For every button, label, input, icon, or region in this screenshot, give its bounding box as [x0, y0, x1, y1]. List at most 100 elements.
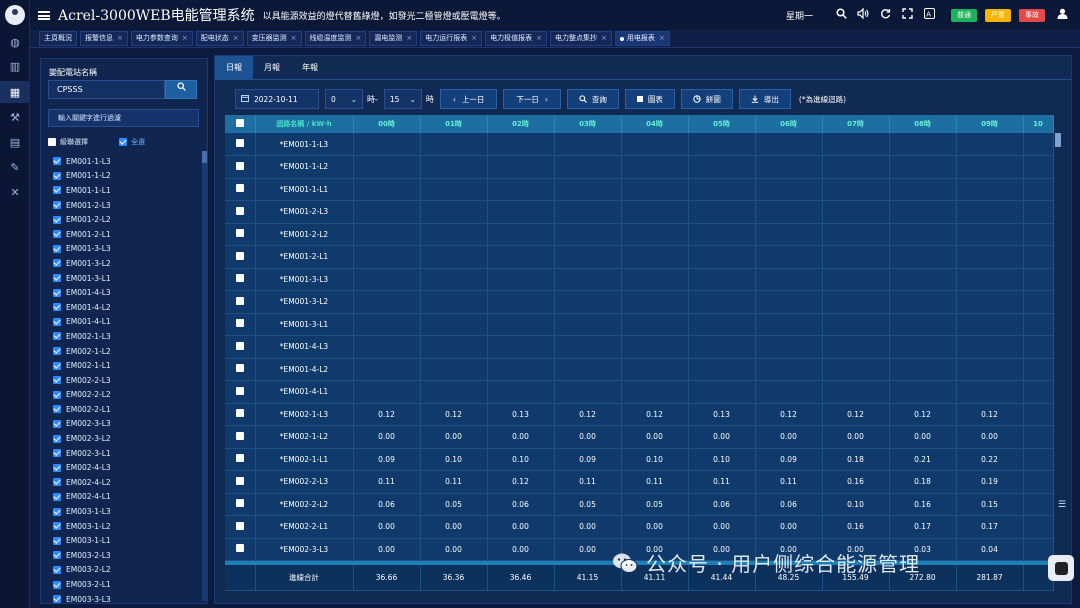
tree-item-checkbox[interactable] [53, 434, 61, 443]
tree-item[interactable]: EM001-3-L3 [53, 242, 203, 257]
tab-item[interactable]: 电力整点集抄 × [550, 31, 612, 46]
tab-item[interactable]: 用电报表 × [614, 31, 670, 46]
alarm-accident-badge[interactable]: 事故 [1019, 8, 1045, 22]
tree-item[interactable]: EM001-3-L1 [53, 271, 203, 286]
tree-item-checkbox[interactable] [53, 492, 61, 501]
document-icon[interactable]: ▤ [0, 131, 30, 153]
tree-item-checkbox[interactable] [53, 595, 61, 604]
tree-item[interactable]: EM002-3-L2 [53, 431, 203, 446]
tab-item[interactable]: 配电状态 × [195, 31, 244, 46]
header-checkbox[interactable] [235, 119, 244, 127]
header-select-all-cell[interactable] [225, 115, 256, 133]
row-select-cell[interactable] [225, 448, 256, 471]
tree-item-checkbox[interactable] [53, 288, 61, 297]
tab-daily[interactable]: 日報 [215, 56, 253, 80]
cascade-checkbox[interactable] [48, 138, 56, 146]
tree-item-checkbox[interactable] [53, 551, 61, 560]
close-icon[interactable]: × [601, 32, 607, 45]
close-icon[interactable]: × [406, 32, 412, 45]
tab-item[interactable]: 电力运行报表 × [420, 31, 483, 46]
tab-item[interactable]: 报警信息 × [80, 31, 128, 46]
prev-day-button[interactable]: ‹ 上一日 [439, 89, 498, 109]
tree-item[interactable]: EM002-1-L3 [53, 329, 203, 344]
tree-item[interactable]: EM002-2-L2 [53, 388, 203, 403]
tree-item-checkbox[interactable] [53, 405, 61, 414]
tree-item-checkbox[interactable] [53, 215, 61, 224]
search-icon[interactable] [833, 8, 849, 22]
station-select-input[interactable]: CPSSS [48, 80, 165, 99]
close-icon[interactable]: × [117, 32, 123, 45]
row-checkbox[interactable] [235, 206, 244, 215]
stats-icon[interactable]: ▦ [0, 81, 30, 103]
tree-item[interactable]: EM001-2-L1 [53, 227, 203, 242]
select-all-checkbox[interactable] [119, 138, 127, 146]
tree-item[interactable]: EM002-4-L2 [53, 475, 203, 490]
tree-item-checkbox[interactable] [53, 507, 61, 516]
menu-toggle-icon[interactable] [38, 10, 50, 20]
tree-item-checkbox[interactable] [53, 449, 61, 458]
close-icon[interactable]: × [659, 32, 665, 45]
row-select-cell[interactable] [225, 178, 256, 201]
tab-item[interactable]: 电力极值报表 × [485, 31, 547, 46]
tab-yearly[interactable]: 年報 [291, 56, 329, 80]
query-button[interactable]: 查詢 [566, 89, 619, 109]
station-search-button[interactable] [165, 80, 197, 99]
tree-item-checkbox[interactable] [53, 361, 61, 370]
alarm-normal-badge[interactable]: 普通 [951, 8, 977, 22]
floating-app-button[interactable] [1048, 555, 1074, 581]
tree-item-checkbox[interactable] [53, 347, 61, 356]
tree-filter-input[interactable]: 輸入關鍵字進行過濾 [48, 109, 199, 127]
tree-item[interactable]: EM001-2-L2 [53, 212, 203, 227]
tree-item-checkbox[interactable] [53, 332, 61, 341]
tree-item[interactable]: EM001-4-L2 [53, 300, 203, 315]
close-icon[interactable]: × [536, 32, 542, 45]
row-select-cell[interactable] [225, 515, 256, 539]
row-select-cell[interactable] [225, 538, 256, 561]
tab-item[interactable]: 变压器监测 × [246, 31, 302, 46]
tree-item[interactable]: EM002-1-L1 [53, 358, 203, 373]
tree-item[interactable]: EM001-3-L2 [53, 256, 203, 271]
row-select-cell[interactable] [225, 403, 256, 426]
tree-item[interactable]: EM002-4-L1 [53, 490, 203, 505]
tree-item[interactable]: EM002-1-L2 [53, 344, 203, 359]
tree-item-checkbox[interactable] [53, 536, 61, 545]
tree-item[interactable]: EM002-2-L1 [53, 402, 203, 417]
row-select-cell[interactable] [225, 425, 256, 449]
row-select-cell[interactable] [225, 133, 256, 156]
row-select-cell[interactable] [225, 335, 256, 359]
close-icon[interactable]: × [471, 32, 477, 45]
bar-chart-icon[interactable]: ▥ [0, 55, 30, 77]
tree-item-checkbox[interactable] [53, 186, 61, 195]
tab-item[interactable]: 电力参数查询 × [130, 31, 193, 46]
tree-item[interactable]: EM002-4-L3 [53, 460, 203, 475]
export-button[interactable]: 導出 [738, 89, 791, 109]
tree-item-checkbox[interactable] [53, 580, 61, 589]
row-checkbox[interactable] [235, 274, 244, 283]
row-checkbox[interactable] [235, 499, 244, 508]
tree-item-checkbox[interactable] [53, 157, 61, 166]
cascade-select-toggle[interactable]: 級聯選擇 [48, 137, 88, 147]
tree-item[interactable]: EM003-1-L1 [53, 533, 203, 548]
row-checkbox[interactable] [235, 251, 244, 260]
tree-item-checkbox[interactable] [53, 522, 61, 531]
tree-item[interactable]: EM001-2-L3 [53, 198, 203, 213]
globe-icon[interactable]: ◍ [0, 31, 30, 53]
row-select-cell[interactable] [225, 290, 256, 314]
tree-item-checkbox[interactable] [53, 376, 61, 385]
row-checkbox[interactable] [235, 319, 244, 328]
row-checkbox[interactable] [235, 476, 244, 485]
tree-item-checkbox[interactable] [53, 317, 61, 326]
tree-item[interactable]: EM003-2-L1 [53, 577, 203, 592]
tree-item[interactable]: EM003-2-L2 [53, 563, 203, 578]
alarm-serious-badge[interactable]: 严重 [985, 8, 1011, 22]
tab-monthly[interactable]: 月報 [253, 56, 291, 80]
end-hour-select[interactable]: 15 ⌄ [383, 89, 422, 109]
row-select-cell[interactable] [225, 313, 256, 336]
row-checkbox[interactable] [235, 296, 244, 305]
row-checkbox[interactable] [235, 431, 244, 440]
sliders-icon[interactable]: ☰ [1058, 500, 1066, 510]
volume-icon[interactable] [855, 7, 871, 22]
row-select-cell[interactable] [225, 155, 256, 179]
tree-item-checkbox[interactable] [53, 463, 61, 472]
row-checkbox[interactable] [235, 229, 244, 238]
